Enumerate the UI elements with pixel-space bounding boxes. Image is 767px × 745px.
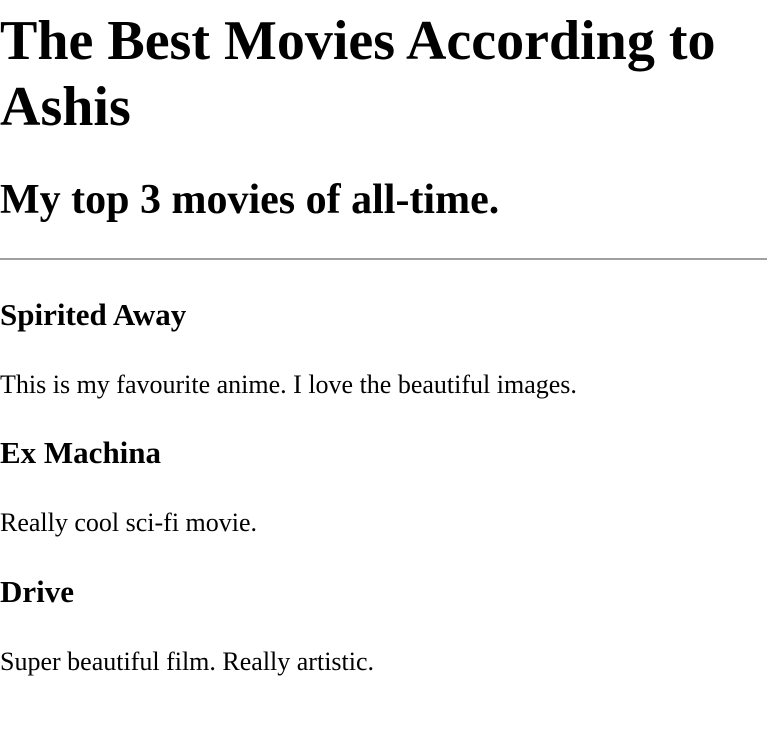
movie-description: Really cool sci-fi movie.: [0, 508, 258, 537]
movie-description: Super beautiful film. Really artistic.: [0, 647, 375, 676]
page-title: The Best Movies According to Ashis: [0, 10, 716, 138]
movie-title: Drive: [0, 574, 75, 609]
movie-description: This is my favourite anime. I love the b…: [0, 370, 577, 399]
movie-title: Ex Machina: [0, 435, 162, 470]
page: The Best Movies According to Ashis My to…: [0, 0, 767, 745]
movie-title: Spirited Away: [0, 297, 187, 332]
page-subtitle: My top 3 movies of all-time.: [0, 177, 500, 223]
divider: [0, 258, 767, 260]
